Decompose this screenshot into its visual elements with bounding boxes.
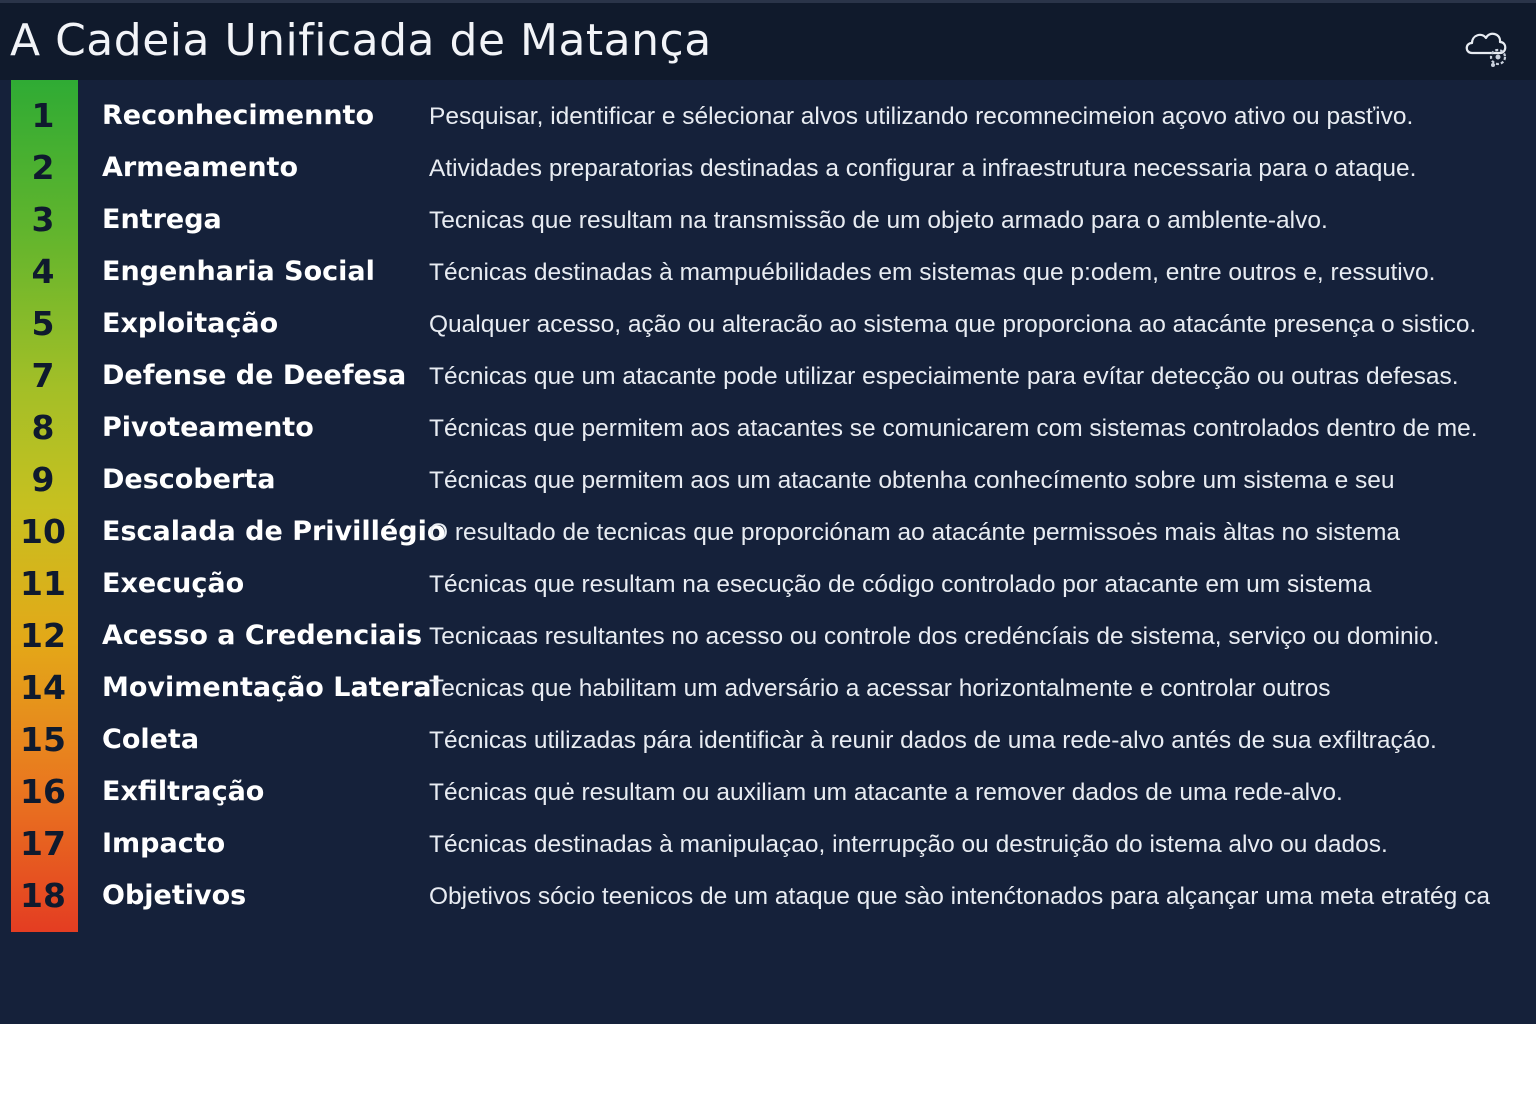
phase-description: Atividades preparatorias destinadas a co… xyxy=(429,155,1417,182)
phase-number: 16 xyxy=(20,772,66,811)
phase-number: 8 xyxy=(31,408,55,447)
phase-name: Coleta xyxy=(102,724,200,755)
phase-description: Tecnicas que habilitam um adversário a a… xyxy=(429,675,1331,702)
phase-number: 17 xyxy=(20,824,66,863)
phase-row: 9 Descoberta Técnicas que permitem aos u… xyxy=(0,456,1536,508)
phase-description: Pesquisar, identificar e sélecionar alvo… xyxy=(429,103,1414,130)
phase-description: O resultado de tecnicas que proporciónam… xyxy=(429,519,1400,546)
kill-chain-panel: A Cadeia Unificada de Matança 1 Reconhec… xyxy=(0,0,1536,1024)
phase-number: 12 xyxy=(20,616,66,655)
phase-number: 15 xyxy=(20,720,66,759)
phase-name: Escalada de Privillégio xyxy=(102,516,446,547)
phase-name: Engenharia Social xyxy=(102,256,375,287)
phase-description: Técnicas que permitem aos atacantes se c… xyxy=(429,415,1478,442)
phase-name: Execução xyxy=(102,568,245,599)
phase-row: 3 Entrega Tecnicas que resultam na trans… xyxy=(0,196,1536,248)
phase-name: Entrega xyxy=(102,204,222,235)
phase-name: Armeamento xyxy=(102,152,299,183)
phase-row: 1 Reconhecimennto Pesquisar, identificar… xyxy=(0,92,1536,144)
phase-row: 17 Impacto Técnicas destinadas à manipul… xyxy=(0,820,1536,872)
phase-row: 4 Engenharia Social Técnicas destinadas … xyxy=(0,248,1536,300)
phase-row: 10 Escalada de Privillégio O resultado d… xyxy=(0,508,1536,560)
phase-row: 18 Objetivos Objetivos sócio teenicos de… xyxy=(0,872,1536,924)
phase-row: 16 Exfiltração Técnicas quė resultam ou … xyxy=(0,768,1536,820)
page-title: A Cadeia Unificada de Matança xyxy=(10,15,712,66)
phase-description: Qualquer acesso, ação ou alteracão ao si… xyxy=(429,311,1477,338)
phase-name: Descoberta xyxy=(102,464,276,495)
phase-row: 14 Movimentação Lateral Tecnicas que hab… xyxy=(0,664,1536,716)
phase-number: 5 xyxy=(31,304,55,343)
phase-list: 1 Reconhecimennto Pesquisar, identificar… xyxy=(0,92,1536,924)
phase-name: Movimentação Lateral xyxy=(102,672,441,703)
phase-row: 2 Armeamento Atividades preparatorias de… xyxy=(0,144,1536,196)
phase-description: Objetivos sócio teenicos de um ataque qu… xyxy=(429,883,1490,910)
phase-number: 2 xyxy=(31,148,55,187)
phase-name: Impacto xyxy=(102,828,226,859)
phase-number: 4 xyxy=(31,252,55,291)
phase-row: 11 Execução Técnicas que resultam na ese… xyxy=(0,560,1536,612)
phase-description: Técnicas utilizadas pára identificàr à r… xyxy=(429,727,1437,754)
phase-description: Técnicas que um atacante pode utilizar e… xyxy=(429,363,1459,390)
phase-name: Reconhecimennto xyxy=(102,100,375,131)
phase-name: Exfiltração xyxy=(102,776,265,807)
phase-name: Defense de Deefesa xyxy=(102,360,407,391)
phase-description: Técnicas que permitem aos um atacante ob… xyxy=(429,467,1395,494)
phase-description: Técnicas destinadas à manipulaçao, inter… xyxy=(429,831,1388,858)
phase-row: 12 Acesso a Credenciais Tecnicaas result… xyxy=(0,612,1536,664)
phase-number: 1 xyxy=(31,96,55,135)
phase-number: 11 xyxy=(20,564,66,603)
phase-row: 8 Pivoteamento Técnicas que permitem aos… xyxy=(0,404,1536,456)
phase-description: Técnicas que resultam na esecução de cód… xyxy=(429,571,1372,598)
phase-number: 18 xyxy=(20,876,66,915)
phase-name: Exploitação xyxy=(102,308,279,339)
phase-number: 9 xyxy=(31,460,55,499)
phase-row: 7 Defense de Deefesa Técnicas que um ata… xyxy=(0,352,1536,404)
cloud-gear-icon xyxy=(1465,32,1507,67)
phase-number: 14 xyxy=(20,668,66,707)
phase-description: Técnicas destinadas à mampuébilidades em… xyxy=(429,259,1436,286)
phase-description: Tecnicaas resultantes no acesso ou contr… xyxy=(429,623,1440,650)
phase-number: 10 xyxy=(20,512,66,551)
phase-row: 15 Coleta Técnicas utilizadas pára ident… xyxy=(0,716,1536,768)
header-bar: A Cadeia Unificada de Matança xyxy=(0,0,1536,80)
phase-name: Objetivos xyxy=(102,880,247,911)
phase-row: 5 Exploitação Qualquer acesso, ação ou a… xyxy=(0,300,1536,352)
phase-name: Acesso a Credenciais xyxy=(102,620,423,651)
phase-name: Pivoteamento xyxy=(102,412,314,443)
phase-number: 3 xyxy=(31,200,55,239)
phase-number: 7 xyxy=(31,356,55,395)
phase-description: Tecnicas que resultam na transmissão de … xyxy=(429,207,1328,234)
phase-description: Técnicas quė resultam ou auxiliam um ata… xyxy=(429,779,1343,806)
